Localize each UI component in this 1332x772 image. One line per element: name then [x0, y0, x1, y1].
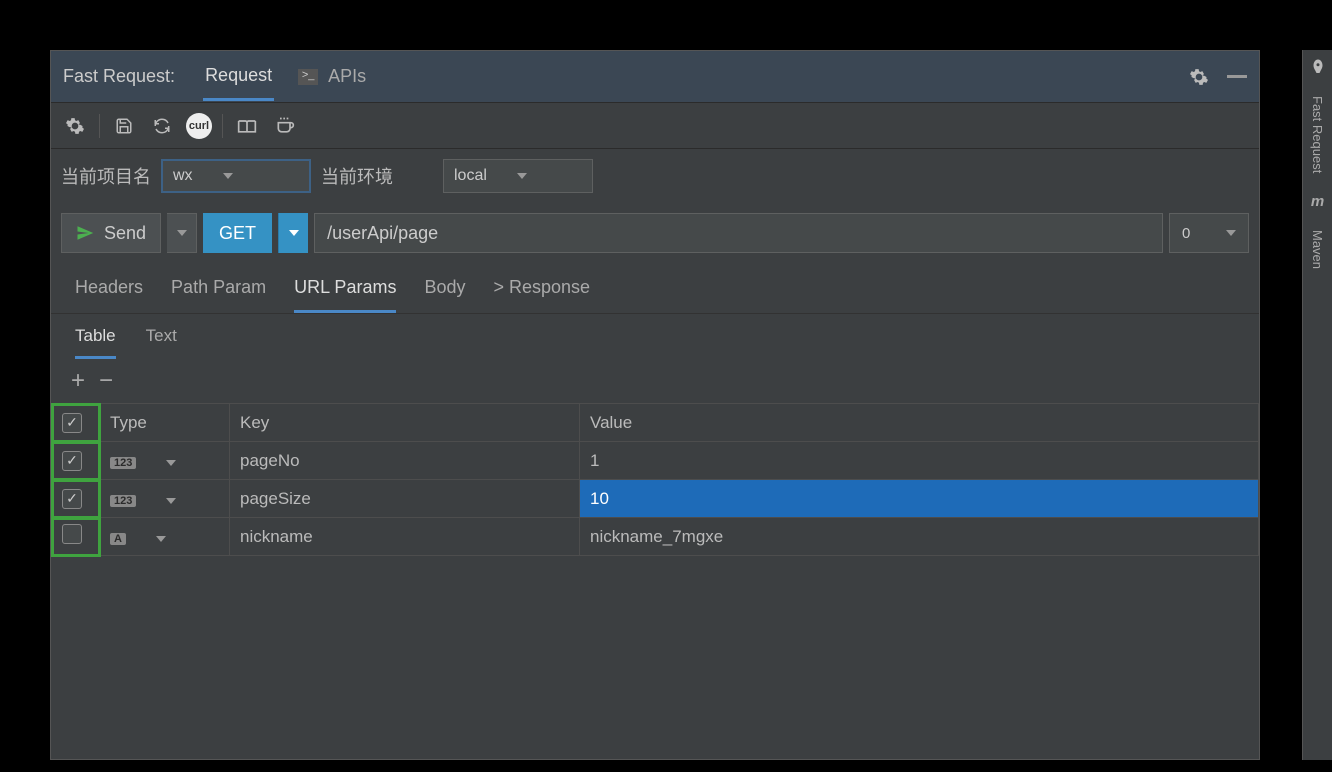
table-row[interactable]: 123 pageSize10 [52, 480, 1259, 518]
tab-request[interactable]: Request [203, 53, 274, 101]
panel-header: Fast Request: Request >_ APIs [51, 51, 1259, 103]
check-all[interactable] [62, 413, 82, 433]
tab-response[interactable]: > Response [493, 277, 590, 313]
minimize-button[interactable] [1227, 75, 1247, 78]
row-key-cell[interactable]: pageSize [230, 480, 580, 518]
maven-icon: m [1311, 193, 1324, 210]
top-tabs: Request >_ APIs [203, 53, 368, 101]
row-type-cell[interactable]: 123 [100, 442, 230, 480]
column-header-key: Key [230, 404, 580, 442]
url-input[interactable] [314, 213, 1163, 253]
project-select[interactable]: wx [161, 159, 311, 193]
add-row-button[interactable]: + [71, 367, 85, 395]
request-tabs: Headers Path Param URL Params Body > Res… [51, 263, 1259, 314]
column-header-type: Type [100, 404, 230, 442]
separator [99, 114, 100, 138]
table-row[interactable]: Anicknamenickname_7mgxe [52, 518, 1259, 556]
row-checkbox[interactable] [62, 489, 82, 509]
settings-icon[interactable] [61, 112, 89, 140]
panel-title: Fast Request: [63, 66, 175, 87]
row-checkbox[interactable] [62, 451, 82, 471]
refresh-icon[interactable] [148, 112, 176, 140]
type-icon: 123 [110, 457, 136, 469]
tab-apis-label: APIs [328, 66, 366, 86]
env-label: 当前环境 [321, 163, 393, 189]
tab-table[interactable]: Table [75, 326, 116, 359]
env-select[interactable]: local [443, 159, 593, 193]
row-check-cell[interactable] [52, 480, 100, 518]
settings-button[interactable] [1187, 65, 1211, 89]
count-select[interactable]: 0 [1169, 213, 1249, 253]
row-check-cell[interactable] [52, 518, 100, 556]
chevron-down-icon [1226, 230, 1236, 236]
tab-body[interactable]: Body [424, 277, 465, 313]
save-icon[interactable] [110, 112, 138, 140]
tab-text[interactable]: Text [146, 326, 177, 359]
tab-apis[interactable]: >_ APIs [296, 54, 368, 99]
row-type-cell[interactable]: 123 [100, 480, 230, 518]
table-row[interactable]: 123 pageNo1 [52, 442, 1259, 480]
chevron-down-icon [223, 173, 233, 179]
chevron-down-icon [517, 173, 527, 179]
row-key-cell[interactable]: nickname [230, 518, 580, 556]
params-table: Type Key Value 123pageNo1123pageSize10An… [51, 403, 1259, 556]
send-dropdown[interactable] [167, 213, 197, 253]
toolbar: curl [51, 103, 1259, 149]
column-header-check[interactable] [52, 404, 100, 442]
tab-path-param[interactable]: Path Param [171, 277, 266, 313]
sidebar-tab-fast-request[interactable]: Fast Request [1310, 96, 1325, 173]
type-icon: 123 [110, 495, 136, 507]
send-icon [76, 224, 94, 242]
coffee-icon[interactable] [271, 112, 299, 140]
type-icon: A [110, 533, 126, 545]
chevron-down-icon [177, 230, 187, 236]
separator [222, 114, 223, 138]
send-label: Send [104, 223, 146, 244]
send-button[interactable]: Send [61, 213, 161, 253]
project-env-row: 当前项目名 wx 当前环境 local [51, 149, 1259, 203]
view-tabs: Table Text [51, 314, 1259, 359]
sidebar-tab-maven[interactable]: Maven [1310, 230, 1325, 269]
chevron-down-icon [156, 536, 166, 542]
remove-row-button[interactable]: − [99, 367, 113, 395]
add-remove-bar: + − [51, 359, 1259, 403]
row-value-cell[interactable]: nickname_7mgxe [580, 518, 1259, 556]
gear-icon [1189, 67, 1209, 87]
count-value: 0 [1182, 225, 1190, 242]
row-key-cell[interactable]: pageNo [230, 442, 580, 480]
tab-url-params[interactable]: URL Params [294, 277, 396, 313]
action-bar: Send GET 0 [51, 203, 1259, 263]
project-value: wx [173, 167, 193, 185]
tab-headers[interactable]: Headers [75, 277, 143, 313]
column-header-value: Value [580, 404, 1259, 442]
method-label: GET [219, 223, 256, 244]
terminal-icon: >_ [298, 69, 318, 85]
row-value-cell[interactable]: 1 [580, 442, 1259, 480]
method-dropdown[interactable] [278, 213, 308, 253]
chevron-down-icon [166, 498, 176, 504]
book-icon[interactable] [233, 112, 261, 140]
row-value-cell[interactable]: 10 [580, 480, 1259, 518]
chevron-down-icon [289, 230, 299, 236]
row-checkbox[interactable] [62, 524, 82, 544]
rocket-icon[interactable] [1309, 58, 1327, 76]
method-button[interactable]: GET [203, 213, 272, 253]
row-check-cell[interactable] [52, 442, 100, 480]
chevron-down-icon [166, 460, 176, 466]
row-type-cell[interactable]: A [100, 518, 230, 556]
curl-button[interactable]: curl [186, 113, 212, 139]
project-label: 当前项目名 [61, 163, 151, 189]
env-value: local [454, 167, 487, 185]
right-sidebar: Fast Request m Maven [1302, 50, 1332, 760]
fast-request-panel: Fast Request: Request >_ APIs curl [50, 50, 1260, 760]
